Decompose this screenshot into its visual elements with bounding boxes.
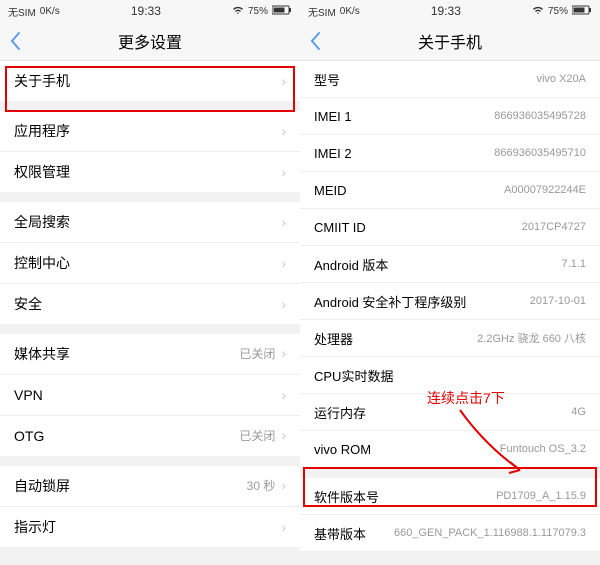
back-icon[interactable] bbox=[308, 30, 322, 57]
chevron-right-icon: › bbox=[281, 164, 286, 180]
row-cpu-realtime[interactable]: CPU实时数据 bbox=[300, 357, 600, 394]
page-title: 关于手机 bbox=[418, 29, 482, 53]
row-vivo-rom[interactable]: vivo ROMFuntouch OS_3.2 bbox=[300, 431, 600, 468]
about-list: 型号vivo X20A IMEI 1866936035495728 IMEI 2… bbox=[300, 61, 600, 565]
chevron-right-icon: › bbox=[281, 387, 286, 403]
status-bar: 无SIM 0K/s 19:33 75% bbox=[0, 0, 300, 22]
row-security-patch[interactable]: Android 安全补丁程序级别2017-10-01 bbox=[300, 283, 600, 320]
net-speed: 0K/s bbox=[40, 6, 60, 17]
row-permissions[interactable]: 权限管理 › bbox=[0, 152, 300, 192]
chevron-right-icon: › bbox=[281, 255, 286, 271]
wifi-icon bbox=[232, 5, 244, 18]
right-screenshot: 无SIM 0K/s 19:33 75% 关于手机 型号vivo X20A I bbox=[300, 0, 600, 565]
row-baseband[interactable]: 基带版本660_GEN_PACK_1.116988.1.117079.3 bbox=[300, 515, 600, 552]
sim-status: 无SIM bbox=[8, 4, 36, 19]
row-apps[interactable]: 应用程序 › bbox=[0, 111, 300, 152]
row-model[interactable]: 型号vivo X20A bbox=[300, 61, 600, 98]
battery-icon bbox=[272, 5, 292, 18]
sim-status: 无SIM bbox=[308, 4, 336, 19]
settings-list: 关于手机 › 应用程序 › 权限管理 › 全局搜索 › bbox=[0, 61, 300, 565]
wifi-icon bbox=[532, 5, 544, 18]
row-indicator[interactable]: 指示灯 › bbox=[0, 507, 300, 547]
row-imei2[interactable]: IMEI 2866936035495710 bbox=[300, 135, 600, 172]
row-android-version[interactable]: Android 版本7.1.1 bbox=[300, 246, 600, 283]
chevron-right-icon: › bbox=[281, 123, 286, 139]
chevron-right-icon: › bbox=[281, 519, 286, 535]
row-about-phone[interactable]: 关于手机 › bbox=[0, 61, 300, 101]
row-ram[interactable]: 运行内存4G bbox=[300, 394, 600, 431]
nav-header: 更多设置 bbox=[0, 22, 300, 61]
status-bar: 无SIM 0K/s 19:33 75% bbox=[300, 0, 600, 22]
chevron-right-icon: › bbox=[281, 296, 286, 312]
row-control-center[interactable]: 控制中心 › bbox=[0, 243, 300, 284]
chevron-right-icon: › bbox=[281, 214, 286, 230]
battery-icon bbox=[572, 5, 592, 18]
left-screenshot: 无SIM 0K/s 19:33 75% 更多设置 bbox=[0, 0, 300, 565]
chevron-right-icon: › bbox=[281, 345, 286, 361]
row-software-version[interactable]: 软件版本号PD1709_A_1.15.9 bbox=[300, 478, 600, 515]
row-otg[interactable]: OTG 已关闭› bbox=[0, 416, 300, 456]
row-processor[interactable]: 处理器2.2GHz 骁龙 660 八核 bbox=[300, 320, 600, 357]
back-icon[interactable] bbox=[8, 30, 22, 57]
page-title: 更多设置 bbox=[118, 29, 182, 53]
row-meid[interactable]: MEIDA00007922244E bbox=[300, 172, 600, 209]
chevron-right-icon: › bbox=[281, 73, 286, 89]
row-auto-lock[interactable]: 自动锁屏 30 秒› bbox=[0, 466, 300, 507]
chevron-right-icon: › bbox=[281, 477, 286, 493]
row-security[interactable]: 安全 › bbox=[0, 284, 300, 324]
clock: 19:33 bbox=[131, 4, 161, 18]
battery-pct: 75% bbox=[248, 6, 268, 17]
row-media-share[interactable]: 媒体共享 已关闭› bbox=[0, 334, 300, 375]
battery-pct: 75% bbox=[548, 6, 568, 17]
row-imei1[interactable]: IMEI 1866936035495728 bbox=[300, 98, 600, 135]
row-global-search[interactable]: 全局搜索 › bbox=[0, 202, 300, 243]
row-vpn[interactable]: VPN › bbox=[0, 375, 300, 416]
row-cmiit[interactable]: CMIIT ID2017CP4727 bbox=[300, 209, 600, 246]
net-speed: 0K/s bbox=[340, 6, 360, 17]
clock: 19:33 bbox=[431, 4, 461, 18]
chevron-right-icon: › bbox=[281, 427, 286, 443]
nav-header: 关于手机 bbox=[300, 22, 600, 61]
